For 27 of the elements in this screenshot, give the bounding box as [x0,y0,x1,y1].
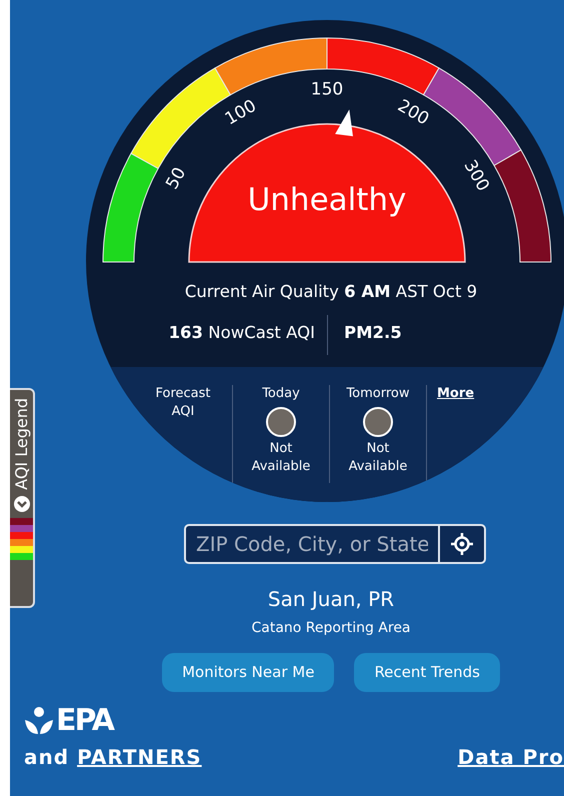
forecast-day-label: Today [262,384,300,403]
legend-tab-label: AQI Legend [14,398,30,490]
location-name: San Juan, PR [268,586,394,613]
flower-logo-icon [24,706,54,736]
pollutant-label: PM2.5 [344,322,402,342]
forecast-status-text: Not Available [250,440,312,476]
forecast-aqi-label: Forecast AQI [154,384,212,421]
action-button[interactable]: Recent Trends [354,653,500,692]
action-button[interactable]: Monitors Near Me [162,653,334,692]
reporting-area: Catano Reporting Area [251,618,411,639]
forecast-day-label: Tomorrow [346,384,410,403]
chevron-icon [14,496,30,512]
nowcast-aqi-value: 163 NowCast AQI [168,322,315,344]
category-label: Unhealthy [248,182,406,218]
legend-tab[interactable]: AQI Legend [10,388,35,608]
gauge-tick-label: 100 [222,96,260,130]
footer-prefix: and [24,744,70,771]
current-air-quality-heading: Current Air Quality 6 AM AST Oct 9 [184,281,478,303]
data-providers-link[interactable]: Data Pro [458,742,564,772]
crosshair-icon [451,533,473,555]
gauge-tick-label: 200 [394,96,432,130]
logo-wordmark: EPA [56,706,113,736]
partners-link[interactable]: PARTNERS [77,742,202,772]
gauge-tick-label: 50 [162,164,190,193]
gauge-tick-label: 150 [310,80,344,100]
more-link[interactable]: More [437,386,474,401]
forecast-status-text: Not Available [348,440,408,476]
